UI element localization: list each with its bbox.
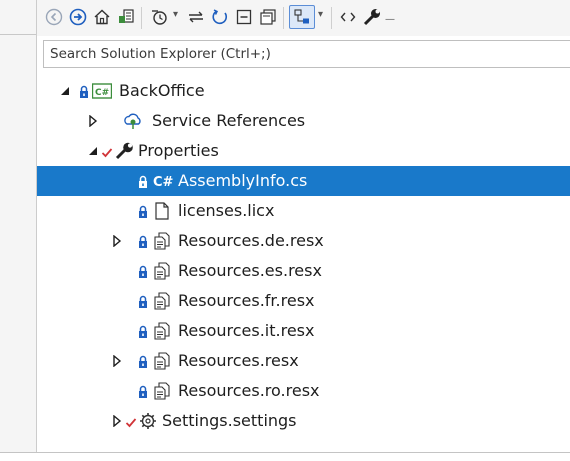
tree-item-label: Resources.es.resx [178, 261, 322, 280]
tree-item-label: Resources.de.resx [178, 231, 324, 250]
editor-area-edge [0, 0, 36, 461]
checked-in-icon [101, 144, 113, 158]
tree-item-label: Settings.settings [162, 411, 297, 430]
toolbar-separator [141, 7, 142, 29]
tree-item-label: BackOffice [119, 81, 205, 100]
toolbar-separator [331, 7, 332, 29]
tree-item-project[interactable]: C# BackOffice [37, 76, 570, 106]
lock-icon [138, 204, 148, 218]
tree-item-label: Resources.fr.resx [178, 291, 315, 310]
forward-icon[interactable] [67, 5, 89, 29]
tree-item-file[interactable]: licenses.licx [37, 196, 570, 226]
filter-dropdown-icon[interactable]: ▾ [318, 9, 323, 20]
resource-file-icon [153, 382, 171, 400]
lock-icon [138, 354, 148, 368]
csharp-project-icon: C# [91, 82, 113, 100]
expand-arrow-icon[interactable] [111, 234, 123, 248]
document-icon [153, 202, 171, 220]
resource-file-icon [153, 352, 171, 370]
settings-gear-icon [139, 412, 157, 430]
tree-item-properties[interactable]: Properties [37, 136, 570, 166]
tree-item-service-references[interactable]: Service References [37, 106, 570, 136]
svg-text:C#: C# [95, 88, 109, 98]
tree-item-label: AssemblyInfo.cs [178, 171, 308, 190]
switch-views-icon[interactable] [115, 5, 137, 29]
properties-icon[interactable] [361, 5, 383, 29]
lock-icon [79, 84, 89, 98]
tree-item-file[interactable]: Resources.de.resx [37, 226, 570, 256]
lock-icon [138, 324, 148, 338]
lock-icon [138, 234, 148, 248]
pending-changes-icon[interactable] [147, 5, 171, 29]
csharp-file-icon: C# [153, 172, 174, 190]
lock-icon [138, 294, 148, 308]
tree-item-label: Resources.ro.resx [178, 381, 320, 400]
tree-item-label: Resources.resx [178, 351, 299, 370]
resource-file-icon [153, 232, 171, 250]
lock-icon [138, 264, 148, 278]
code-view-icon[interactable] [337, 5, 359, 29]
show-all-files-icon[interactable] [257, 5, 279, 29]
wrench-icon [115, 142, 133, 160]
refresh-icon[interactable] [209, 5, 231, 29]
collapse-arrow-icon[interactable] [59, 84, 71, 98]
resource-file-icon [153, 262, 171, 280]
search-placeholder: Search Solution Explorer (Ctrl+;) [50, 46, 271, 62]
tree-item-label: Service References [152, 111, 306, 130]
checked-in-icon [125, 414, 137, 428]
tree-item-file[interactable]: Resources.fr.resx [37, 286, 570, 316]
sync-icon[interactable] [185, 5, 207, 29]
home-icon[interactable] [91, 5, 113, 29]
expand-arrow-icon[interactable] [87, 114, 99, 128]
tree-item-label: Properties [138, 141, 219, 160]
tree-item-label: licenses.licx [178, 201, 275, 220]
lock-icon [138, 384, 148, 398]
tree-item-file[interactable]: Resources.resx [37, 346, 570, 376]
collapse-arrow-icon[interactable] [87, 144, 99, 158]
search-input[interactable]: Search Solution Explorer (Ctrl+;) [43, 40, 570, 68]
pending-changes-dropdown-icon[interactable]: ▾ [173, 9, 178, 20]
filter-icon[interactable] [289, 5, 315, 29]
tree-item-file[interactable]: Settings.settings [37, 406, 570, 436]
resource-file-icon [153, 322, 171, 340]
tree-item-label: Resources.it.resx [178, 321, 315, 340]
tree-item-file[interactable]: Resources.es.resx [37, 256, 570, 286]
resource-file-icon [153, 292, 171, 310]
lock-icon [138, 174, 148, 188]
cut-off-row [0, 453, 570, 461]
toolbar-separator [283, 7, 284, 29]
collapse-all-icon[interactable] [233, 5, 255, 29]
tree-item-file[interactable]: Resources.it.resx [37, 316, 570, 346]
tree-item-file-selected[interactable]: C# AssemblyInfo.cs [37, 166, 570, 196]
expand-arrow-icon[interactable] [111, 354, 123, 368]
properties-line-icon: — [385, 14, 395, 25]
back-icon[interactable] [43, 5, 65, 29]
svg-text:C#: C# [153, 175, 173, 190]
expand-arrow-icon[interactable] [111, 414, 123, 428]
solution-explorer-toolbar: ▾ ▾ — [37, 0, 570, 36]
service-references-icon [123, 112, 141, 130]
solution-explorer-panel: ▾ ▾ — Search Solution Explorer (Ctrl+;) [36, 0, 570, 461]
tree-item-file[interactable]: Resources.ro.resx [37, 376, 570, 406]
